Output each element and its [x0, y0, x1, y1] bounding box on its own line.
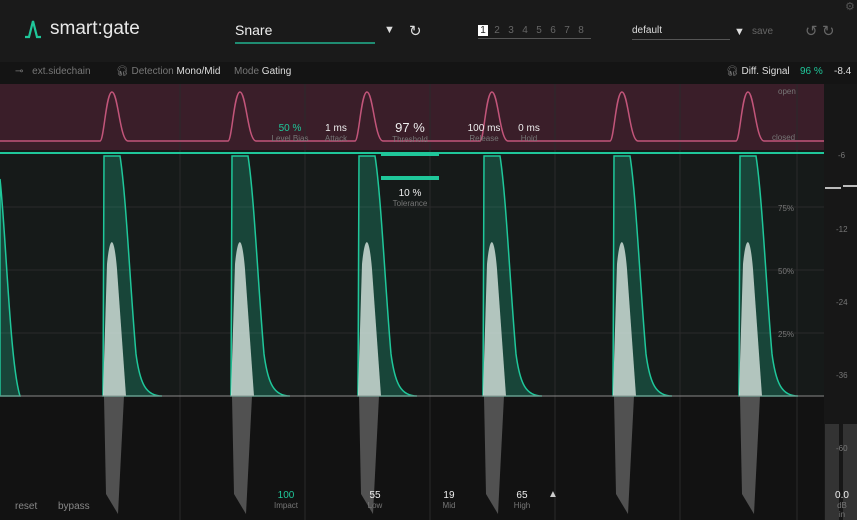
- slot-1[interactable]: 1: [478, 25, 488, 36]
- db-tick: -60: [836, 444, 848, 453]
- low-label: Low: [367, 501, 383, 510]
- hold-control[interactable]: 0 ms Hold: [518, 123, 540, 143]
- threshold-value: 97 %: [395, 120, 425, 135]
- detection-label: Detection: [131, 66, 174, 77]
- attack-label: Attack: [324, 134, 348, 143]
- threshold-handle[interactable]: [381, 152, 439, 156]
- meter-value: 0.0: [835, 490, 849, 501]
- low-control[interactable]: 55 Low: [368, 490, 383, 510]
- preset-dropdown-icon[interactable]: ▼: [384, 24, 395, 36]
- slot-8[interactable]: 8: [576, 25, 586, 36]
- expand-triangle-icon[interactable]: ▲: [548, 489, 558, 500]
- ab-preset-selector[interactable]: default: [632, 25, 730, 40]
- detection-value: Mono/Mid: [176, 66, 221, 77]
- diff-db: -8.4: [834, 66, 852, 77]
- sidechain-toggle[interactable]: ⊸ ext.sidechain: [15, 66, 91, 77]
- attack-value: 1 ms: [325, 123, 347, 134]
- ab-preset-name: default: [632, 25, 663, 36]
- slot-2[interactable]: 2: [492, 25, 502, 36]
- headphones-icon: 🎧︎: [726, 66, 739, 77]
- release-control[interactable]: 100 ms Release: [468, 123, 501, 143]
- mode-value: Gating: [261, 66, 292, 77]
- threshold-control[interactable]: 97 % Threshold: [392, 120, 428, 144]
- level-bias-value: 50 %: [278, 123, 302, 134]
- impact-label: Impact: [273, 501, 299, 510]
- refresh-icon[interactable]: ↻: [409, 22, 422, 40]
- input-meter-readout: 0.0 dB in: [835, 490, 850, 519]
- tolerance-value: 10 %: [398, 188, 422, 199]
- meter-label: dB in: [837, 501, 847, 519]
- detection-selector[interactable]: 🎧︎ Detection Mono/Mid: [116, 66, 220, 77]
- impact-value: 100: [277, 490, 295, 501]
- logo-icon: [25, 20, 41, 39]
- db-tick: -24: [836, 298, 848, 307]
- mode-label: Mode: [234, 66, 260, 77]
- open-label: open: [778, 87, 796, 96]
- redo-icon[interactable]: ↻: [822, 22, 835, 40]
- preset-name: Snare: [235, 22, 273, 38]
- bypass-button[interactable]: bypass: [58, 501, 90, 512]
- level-bias-label: Level Bias: [271, 134, 309, 143]
- mid-label: Mid: [442, 501, 456, 510]
- hold-value: 0 ms: [518, 123, 540, 134]
- db-tick: -36: [836, 371, 848, 380]
- logo: smart:gate: [24, 18, 140, 40]
- level-bias-control[interactable]: 50 % Level Bias: [272, 123, 309, 143]
- diff-percent[interactable]: 96 %: [800, 66, 823, 77]
- meter-peak-right: [843, 185, 857, 187]
- settings-gear-icon[interactable]: ⚙: [845, 0, 855, 13]
- diff-label: Diff. Signal: [741, 66, 790, 77]
- tolerance-control[interactable]: 10 % Tolerance: [393, 188, 428, 208]
- plug-icon: ⊸: [15, 66, 24, 77]
- undo-icon[interactable]: ↺: [805, 22, 818, 40]
- output-area: [0, 396, 824, 520]
- impact-control[interactable]: 100 Impact: [274, 490, 298, 510]
- slot-selector: 1 2 3 4 5 6 7 8: [478, 25, 591, 39]
- reset-button[interactable]: reset: [15, 501, 37, 512]
- percent-tick: 50%: [778, 267, 795, 276]
- slot-3[interactable]: 3: [506, 25, 516, 36]
- ab-dropdown-icon[interactable]: ▼: [734, 26, 745, 38]
- preset-selector[interactable]: Snare: [235, 22, 375, 44]
- mid-control[interactable]: 19 Mid: [443, 490, 456, 510]
- release-label: Release: [469, 134, 499, 143]
- release-value: 100 ms: [467, 123, 501, 134]
- high-label: High: [513, 501, 531, 510]
- threshold-label: Threshold: [392, 135, 428, 144]
- mid-value: 19: [443, 490, 455, 501]
- high-value: 65: [516, 490, 528, 501]
- tolerance-label: Tolerance: [392, 199, 428, 208]
- slot-5[interactable]: 5: [534, 25, 544, 36]
- db-tick: -6: [838, 151, 846, 160]
- percent-tick: 25%: [778, 330, 795, 339]
- hold-label: Hold: [520, 134, 538, 143]
- headphones-icon: 🎧︎: [116, 66, 129, 77]
- meter-peak-left: [825, 187, 841, 189]
- low-value: 55: [369, 490, 381, 501]
- slot-4[interactable]: 4: [520, 25, 530, 36]
- logo-text: smart:gate: [50, 18, 140, 39]
- high-control[interactable]: 65 High: [514, 490, 530, 510]
- save-button[interactable]: save: [752, 26, 773, 37]
- gate-visualization[interactable]: [0, 84, 857, 520]
- attack-control[interactable]: 1 ms Attack: [325, 123, 347, 143]
- slot-7[interactable]: 7: [562, 25, 572, 36]
- diff-signal-toggle[interactable]: 🎧︎ Diff. Signal: [726, 66, 790, 77]
- db-tick: -12: [836, 225, 848, 234]
- slot-6[interactable]: 6: [548, 25, 558, 36]
- closed-label: closed: [772, 133, 796, 142]
- percent-tick: 75%: [778, 204, 795, 213]
- sidechain-label: ext.sidechain: [32, 66, 91, 77]
- mode-selector[interactable]: Mode Gating: [234, 66, 291, 77]
- tolerance-handle[interactable]: [381, 176, 439, 180]
